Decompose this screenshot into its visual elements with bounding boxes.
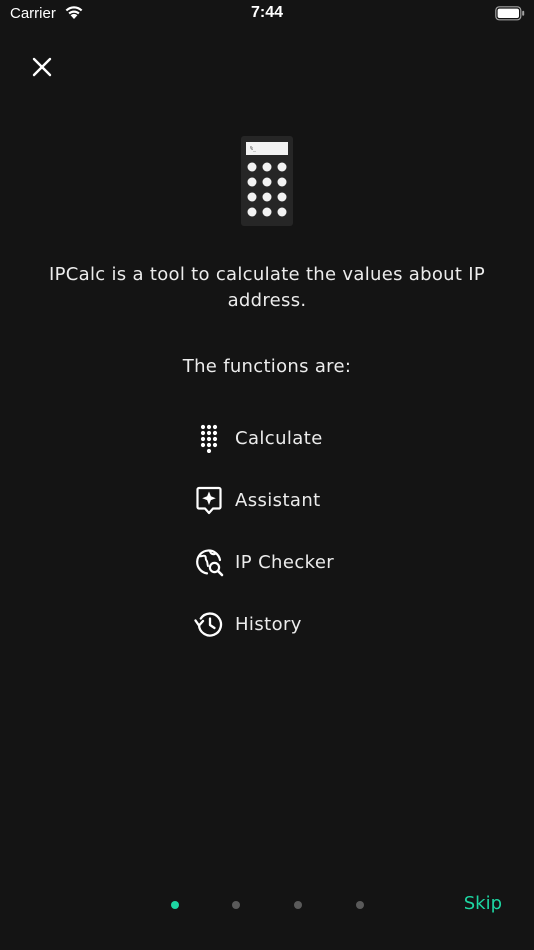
page-dot-4[interactable] — [356, 901, 364, 909]
svg-text:%_: %_ — [250, 146, 257, 152]
functions-heading: The functions are: — [182, 356, 352, 377]
skip-button[interactable]: Skip — [464, 893, 502, 914]
status-time: 7:44 — [250, 4, 284, 21]
close-button[interactable] — [28, 53, 56, 81]
assistant-icon — [194, 485, 224, 515]
calculator-icon: %_ — [240, 136, 294, 230]
feature-assistant: Assistant — [194, 483, 321, 517]
dialpad-icon — [194, 423, 224, 454]
feature-label: Calculate — [235, 427, 323, 449]
status-bar: Carrier 7:44 — [0, 0, 534, 28]
close-icon — [32, 57, 52, 77]
globe-search-icon — [194, 547, 224, 577]
feature-ip-checker: IP Checker — [194, 545, 334, 579]
feature-label: History — [235, 613, 302, 635]
intro-text: IPCalc is a tool to calculate the values… — [49, 264, 485, 311]
feature-history: History — [194, 607, 302, 641]
page-dot-1[interactable] — [171, 901, 179, 909]
feature-label: IP Checker — [235, 551, 335, 573]
feature-label: Assistant — [235, 489, 321, 511]
battery-icon — [495, 6, 525, 25]
page-dot-2[interactable] — [232, 901, 240, 909]
page-dot-3[interactable] — [294, 901, 302, 909]
feature-calculate: Calculate — [194, 421, 323, 455]
history-icon — [194, 609, 224, 639]
